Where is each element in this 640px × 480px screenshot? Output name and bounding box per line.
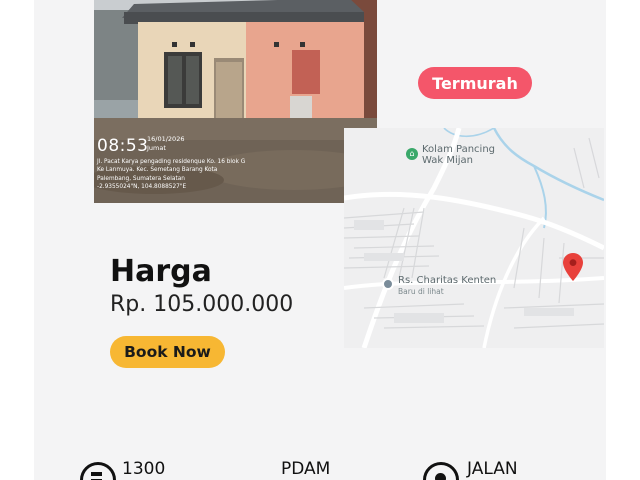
- feature-electricity-label: 1300: [122, 459, 166, 479]
- feature-road-label: JALAN: [467, 459, 518, 479]
- road-icon: [423, 462, 459, 480]
- price-value: Rp. 105.000.000: [110, 292, 294, 317]
- cheapest-badge: Termurah: [418, 67, 532, 99]
- photo-timestamp: 08:53 16/01/2026 Jumat Jl. Pacat Karya p…: [97, 135, 247, 192]
- property-photo[interactable]: 08:53 16/01/2026 Jumat Jl. Pacat Karya p…: [94, 0, 377, 203]
- timestamp-date: 16/01/2026 Jumat: [147, 135, 185, 152]
- electricity-icon: [80, 462, 116, 480]
- property-card: 08:53 16/01/2026 Jumat Jl. Pacat Karya p…: [34, 0, 606, 480]
- location-pin-icon[interactable]: [563, 253, 583, 281]
- timestamp-address: Jl. Pacat Karya pengading residenque Ko.…: [97, 159, 246, 191]
- hospital-icon: [382, 278, 394, 290]
- price-heading: Harga: [110, 254, 212, 289]
- feature-road: JALAN: [423, 458, 518, 480]
- feature-electricity: 1300: [80, 458, 165, 480]
- poi-fishing-pond[interactable]: Kolam Pancing Wak Mijan: [422, 144, 495, 166]
- fishing-pond-icon: ⌂: [406, 148, 418, 160]
- poi-hospital[interactable]: Rs. Charitas Kenten Baru di lihat: [398, 275, 496, 297]
- location-map[interactable]: ⌂ Kolam Pancing Wak Mijan Rs. Charitas K…: [344, 128, 604, 348]
- feature-water: PDAM: [281, 458, 330, 480]
- book-now-button[interactable]: Book Now: [110, 336, 225, 368]
- feature-water-label: PDAM: [281, 459, 331, 479]
